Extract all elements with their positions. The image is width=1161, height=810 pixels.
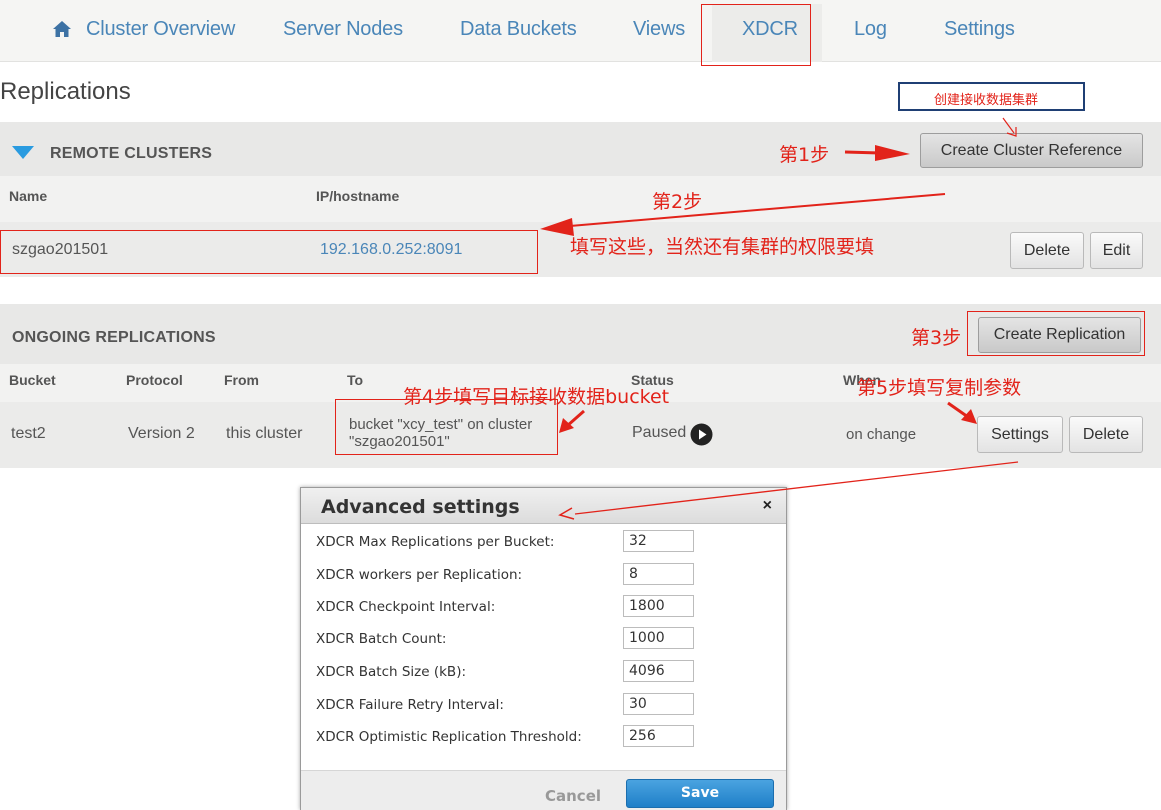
setting-input-checkpoint-interval[interactable] — [623, 595, 694, 617]
col-ip-hostname: IP/hostname — [316, 188, 400, 204]
setting-input-max-replications[interactable] — [623, 530, 694, 552]
step2-label: 第2步 — [652, 191, 703, 213]
setting-label-optimistic-threshold: XDCR Optimistic Replication Threshold: — [316, 729, 582, 745]
col-to: To — [347, 372, 364, 388]
collapse-triangle-icon[interactable] — [12, 146, 34, 160]
nav-data-buckets[interactable]: Data Buckets — [460, 18, 577, 41]
nav-server-nodes[interactable]: Server Nodes — [283, 18, 403, 41]
create-cluster-reference-button[interactable]: Create Cluster Reference — [920, 133, 1143, 168]
setting-input-batch-count[interactable] — [623, 627, 694, 649]
nav-log[interactable]: Log — [854, 18, 887, 41]
setting-input-failure-retry[interactable] — [623, 693, 694, 715]
play-icon[interactable] — [690, 423, 713, 446]
col-bucket: Bucket — [9, 372, 56, 388]
home-icon[interactable] — [52, 20, 72, 38]
page-title: Replications — [0, 78, 131, 105]
col-from: From — [224, 372, 259, 388]
col-name: Name — [9, 188, 48, 204]
step3-label: 第3步 — [911, 327, 962, 349]
save-button[interactable]: Save — [626, 779, 774, 808]
xdcr-highlight-box — [701, 4, 811, 66]
setting-label-max-replications: XDCR Max Replications per Bucket: — [316, 534, 555, 550]
step4-label: 第4步填写目标接收数据bucket — [403, 386, 670, 408]
replication-when: on change — [846, 426, 917, 443]
replication-protocol: Version 2 — [128, 425, 195, 442]
dialog-title: Advanced settings — [321, 496, 520, 518]
setting-label-checkpoint-interval: XDCR Checkpoint Interval: — [316, 599, 496, 615]
advanced-settings-dialog: Advanced settings × XDCR Max Replication… — [300, 487, 787, 810]
replication-delete-button[interactable]: Delete — [1069, 416, 1143, 453]
nav-cluster-overview[interactable]: Cluster Overview — [86, 18, 235, 41]
setting-input-optimistic-threshold[interactable] — [623, 725, 694, 747]
replication-from: this cluster — [226, 425, 303, 442]
setting-label-failure-retry: XDCR Failure Retry Interval: — [316, 697, 504, 713]
remote-clusters-title: REMOTE CLUSTERS — [50, 145, 213, 162]
step1-label: 第1步 — [779, 144, 830, 166]
edit-cluster-button[interactable]: Edit — [1090, 232, 1143, 269]
delete-cluster-button[interactable]: Delete — [1010, 232, 1084, 269]
top-nav: Cluster Overview Server Nodes Data Bucke… — [0, 0, 1161, 62]
col-protocol: Protocol — [126, 372, 183, 388]
step2-highlight-box — [0, 230, 538, 274]
step5-label: 第5步填写复制参数 — [857, 377, 1022, 399]
replication-status: Paused — [632, 424, 687, 441]
setting-label-batch-count: XDCR Batch Count: — [316, 631, 447, 647]
close-icon[interactable]: × — [763, 497, 772, 515]
dialog-header: Advanced settings × — [301, 488, 786, 524]
step3-highlight-box — [967, 311, 1145, 356]
ongoing-replications-title: ONGOING REPLICATIONS — [12, 329, 216, 346]
replication-bucket: test2 — [11, 425, 46, 442]
cancel-button[interactable]: Cancel — [545, 787, 601, 805]
nav-views[interactable]: Views — [633, 18, 685, 41]
create-cluster-hint-box: 创建接收数据集群 — [898, 82, 1085, 111]
replication-settings-button[interactable]: Settings — [977, 416, 1063, 453]
setting-label-batch-size: XDCR Batch Size (kB): — [316, 664, 467, 680]
create-cluster-hint: 创建接收数据集群 — [934, 93, 1039, 108]
setting-label-workers: XDCR workers per Replication: — [316, 567, 523, 583]
setting-input-workers[interactable] — [623, 563, 694, 585]
nav-settings[interactable]: Settings — [944, 18, 1015, 41]
step2-detail-label: 填写这些，当然还有集群的权限要填 — [570, 236, 875, 258]
setting-input-batch-size[interactable] — [623, 660, 694, 682]
